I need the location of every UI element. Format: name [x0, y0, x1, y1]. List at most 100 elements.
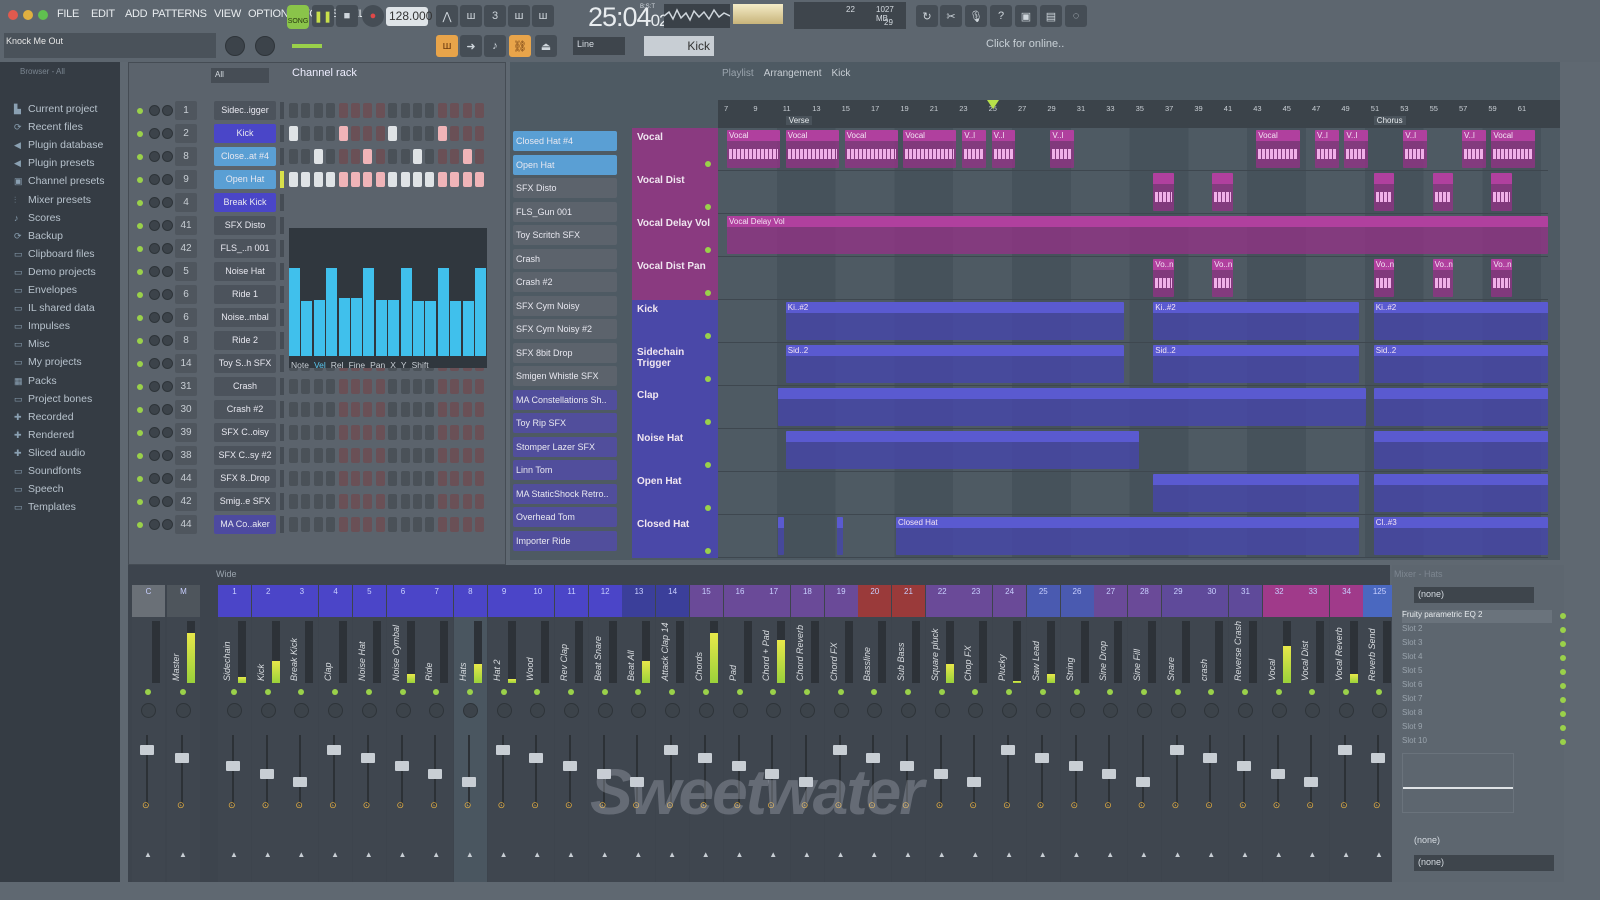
mixer-enable-led[interactable]: [433, 689, 440, 695]
slot-enable-led[interactable]: [1560, 697, 1566, 703]
route-arrow-icon[interactable]: ▲: [601, 850, 609, 859]
step-button[interactable]: [351, 172, 360, 187]
undo-icon[interactable]: ↻: [916, 5, 938, 27]
playlist-clip[interactable]: Sid..2: [1373, 345, 1548, 383]
step-button[interactable]: [413, 448, 422, 463]
channel-volume-knob[interactable]: [149, 289, 160, 300]
browser-item[interactable]: ▣ Channel presets: [14, 175, 104, 187]
volume-fader[interactable]: [360, 753, 375, 763]
step-button[interactable]: [462, 517, 472, 532]
step-button[interactable]: [437, 448, 447, 463]
mixer-pan-knob[interactable]: [176, 703, 191, 718]
route-arrow-icon[interactable]: ▲: [230, 850, 238, 859]
mixer-track-number[interactable]: 39: [175, 423, 197, 442]
channel-select-indicator[interactable]: [280, 355, 284, 372]
channel-name-button[interactable]: Sidec..igger: [214, 101, 276, 120]
track-enable-led[interactable]: [705, 290, 711, 296]
fx-route-icon[interactable]: ⊙: [397, 800, 405, 811]
step-button[interactable]: [338, 126, 348, 141]
channel-volume-knob[interactable]: [149, 174, 160, 185]
step-button[interactable]: [388, 379, 398, 394]
step-button[interactable]: [388, 471, 398, 486]
mixer-enable-led[interactable]: [500, 689, 507, 695]
channel-mute-led[interactable]: [137, 269, 143, 275]
velocity-bar[interactable]: [326, 268, 338, 356]
picker-item[interactable]: Overhead Tom: [513, 507, 617, 527]
step-button[interactable]: [425, 517, 435, 532]
graph-tab-x[interactable]: X: [390, 360, 396, 370]
fx-route-icon[interactable]: ⊙: [295, 800, 303, 811]
fx-route-icon[interactable]: ⊙: [565, 800, 573, 811]
step-button[interactable]: [338, 149, 348, 164]
channel-pan-knob[interactable]: [162, 174, 173, 185]
step-button[interactable]: [351, 126, 360, 141]
route-arrow-icon[interactable]: ▲: [938, 850, 946, 859]
route-arrow-icon[interactable]: ▲: [533, 850, 541, 859]
track-enable-led[interactable]: [705, 505, 711, 511]
mixer-track-number[interactable]: 8: [175, 147, 197, 166]
playlist-clip[interactable]: Ki..#2: [1153, 302, 1360, 340]
playlist-clip[interactable]: Ki..#2: [1373, 302, 1548, 340]
step-button[interactable]: [413, 471, 422, 486]
step-button[interactable]: [363, 379, 373, 394]
slide-button[interactable]: ♪: [484, 35, 506, 57]
velocity-bar[interactable]: [289, 268, 300, 356]
mixer-strip[interactable]: 19 Chord FX ⊙ ▲: [824, 585, 858, 882]
playlist-clip[interactable]: [1373, 474, 1548, 512]
channel-select-indicator[interactable]: [280, 470, 284, 487]
menu-patterns[interactable]: PATTERNS: [152, 8, 207, 20]
channel-select-indicator[interactable]: [280, 240, 284, 257]
mixer-track-number[interactable]: 4: [175, 193, 197, 212]
channel-pan-knob[interactable]: [162, 358, 173, 369]
fx-route-icon[interactable]: ⊙: [1172, 800, 1180, 811]
picker-item[interactable]: Importer Ride: [513, 530, 617, 551]
step-button[interactable]: [289, 494, 298, 509]
volume-fader[interactable]: [428, 769, 443, 779]
step-edit-button[interactable]: ➜: [460, 35, 482, 57]
step-button[interactable]: [313, 494, 323, 509]
menu-add[interactable]: ADD: [125, 8, 148, 20]
mixer-enable-led[interactable]: [601, 689, 608, 695]
route-arrow-icon[interactable]: ▲: [803, 850, 811, 859]
mixer-strip[interactable]: 18 Chord Reverb ⊙ ▲: [790, 585, 824, 882]
playlist-clip[interactable]: Vocal Delay Vol: [727, 216, 1548, 254]
mixer-strip[interactable]: 30 crash ⊙ ▲: [1195, 585, 1229, 882]
maximize-window-button[interactable]: [38, 10, 48, 20]
mixer-pan-knob[interactable]: [665, 703, 681, 718]
mixer-pan-knob[interactable]: [934, 703, 950, 718]
mixer-strip-header[interactable]: 3: [285, 585, 319, 617]
mixer-pan-knob[interactable]: [1339, 703, 1355, 718]
step-button[interactable]: [289, 126, 298, 141]
channel-volume-knob[interactable]: [149, 335, 160, 346]
step-button[interactable]: [475, 448, 484, 463]
step-button[interactable]: [475, 149, 484, 164]
channel-pan-knob[interactable]: [162, 335, 173, 346]
graph-tab-vel[interactable]: Vel: [314, 360, 326, 370]
graph-tab-shift[interactable]: Shift: [412, 360, 429, 370]
pattern-select[interactable]: Kick: [644, 36, 714, 56]
step-button[interactable]: [400, 425, 410, 440]
route-arrow-icon[interactable]: ▲: [297, 850, 305, 859]
step-button[interactable]: [462, 379, 472, 394]
browser-item[interactable]: ◀ Plugin presets: [14, 157, 95, 169]
track-enable-led[interactable]: [705, 247, 711, 253]
mixer-pan-knob[interactable]: [597, 703, 613, 718]
picker-item[interactable]: SFX 8bit Drop: [513, 342, 617, 363]
menu-edit[interactable]: EDIT: [91, 8, 115, 20]
wait-input-button[interactable]: ш: [460, 5, 482, 27]
volume-fader[interactable]: [1102, 769, 1117, 779]
playlist-clip[interactable]: Closed Hat: [896, 517, 1360, 555]
mixer-strip[interactable]: 16 Pad ⊙ ▲: [723, 585, 757, 882]
step-button[interactable]: [326, 402, 336, 417]
route-arrow-icon[interactable]: ▲: [736, 850, 744, 859]
graph-tab-pan[interactable]: Pan: [370, 360, 385, 370]
step-button[interactable]: [388, 126, 398, 141]
mixer-enable-led[interactable]: [231, 689, 237, 695]
channel-volume-knob[interactable]: [149, 197, 160, 208]
mixer-strip[interactable]: 17 Chord + Pad ⊙ ▲: [757, 585, 791, 882]
mixer-pan-knob[interactable]: [1035, 703, 1051, 718]
mixer-enable-led[interactable]: [837, 689, 844, 695]
mixer-enable-led[interactable]: [736, 689, 743, 695]
marker-label[interactable]: Verse: [785, 116, 813, 125]
mixer-strip-header[interactable]: 23: [959, 585, 993, 617]
